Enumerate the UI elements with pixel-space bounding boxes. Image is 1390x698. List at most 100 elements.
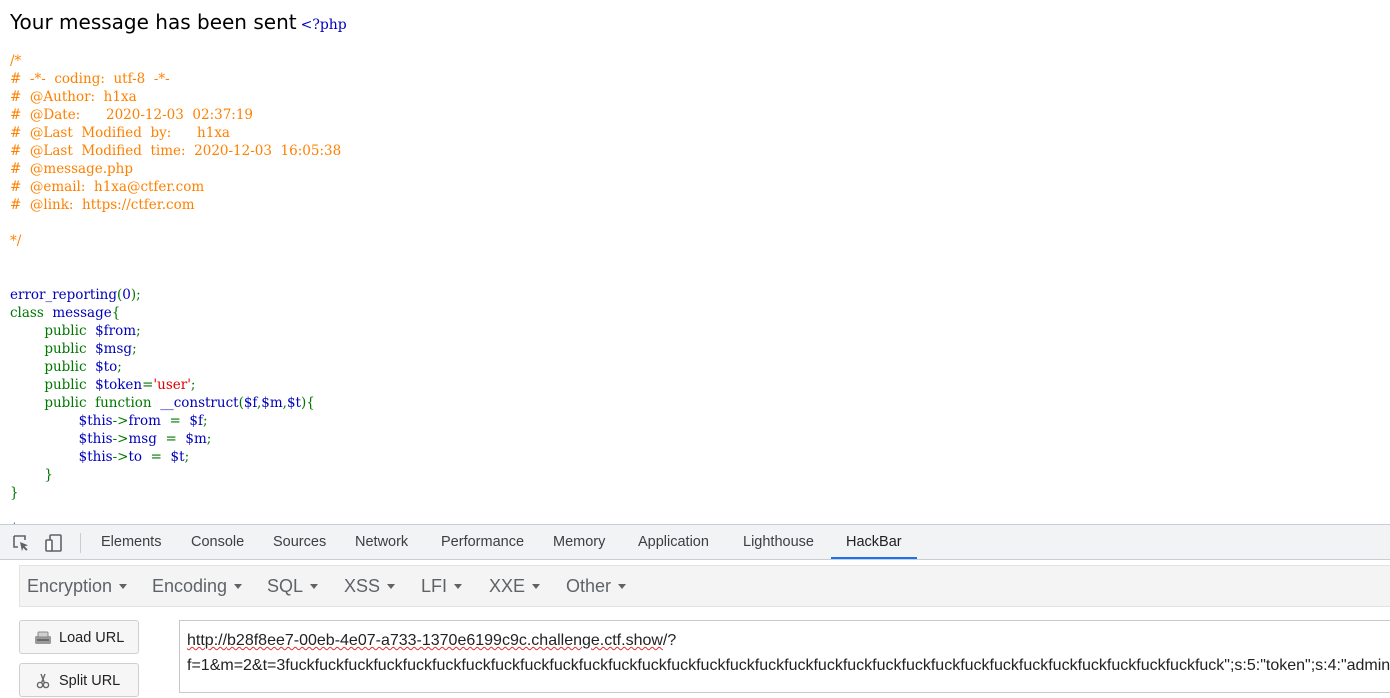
code-token: $token — [95, 377, 143, 393]
code-token: public — [10, 377, 96, 393]
tab-sources[interactable]: Sources — [273, 525, 326, 559]
url-textarea[interactable]: http://b28f8ee7-00eb-4e07-a733-1370e6199… — [179, 620, 1390, 693]
code-token: -> — [112, 413, 129, 429]
url-path: /? — [662, 632, 677, 649]
chevron-down-icon — [387, 583, 396, 589]
code-token: { — [111, 305, 121, 321]
code-line: # @Date: 2020-12-03 02:37:19 — [10, 107, 253, 123]
code-token: 'user' — [153, 377, 191, 393]
load-url-button[interactable]: Load URL — [19, 620, 139, 654]
code-line: # @message.php — [10, 161, 133, 177]
devtools-tab-bar: Elements Console Sources Network Perform… — [0, 525, 1390, 560]
devtools-panel: Elements Console Sources Network Perform… — [0, 524, 1390, 697]
code-token: # @Last Modified time: 2020-12-03 16:05:… — [10, 143, 342, 159]
code-token: ; — [206, 431, 212, 447]
code-line: } — [10, 467, 53, 483]
code-line: $this->msg = $m; — [10, 431, 212, 447]
toolbar-divider — [80, 533, 81, 553]
page-content: Your message has been sent <?php /* # -*-… — [0, 0, 1390, 524]
menu-label: Encoding — [152, 576, 228, 596]
code-token: ; — [184, 449, 190, 465]
code-line: # -*- coding: utf-8 -*- — [10, 71, 170, 87]
tab-network[interactable]: Network — [355, 525, 408, 559]
code-token: = — [165, 431, 186, 447]
code-line: $this->from = $f; — [10, 413, 208, 429]
tab-performance[interactable]: Performance — [441, 525, 524, 559]
code-line: # @Author: h1xa — [10, 89, 137, 105]
code-line: # @Last Modified by: h1xa — [10, 125, 230, 141]
code-token: public function — [10, 395, 161, 411]
menu-xxe[interactable]: XXE — [489, 566, 541, 606]
tab-hackbar[interactable]: HackBar — [831, 525, 917, 559]
code-token: $this — [10, 431, 113, 447]
tab-lighthouse[interactable]: Lighthouse — [743, 525, 814, 559]
code-token: $m — [185, 431, 207, 447]
code-token: # @Last Modified by: h1xa — [10, 125, 230, 141]
code-line: # @link: https://ctfer.com — [10, 197, 195, 213]
code-token: } — [10, 485, 19, 501]
menu-lfi[interactable]: LFI — [421, 566, 463, 606]
url-scheme: http:// — [187, 632, 228, 649]
hackbar-menu: Encryption Encoding SQL XSS LFI XXE Othe… — [19, 565, 1390, 607]
tab-memory[interactable]: Memory — [553, 525, 605, 559]
code-line: public $from; — [10, 323, 141, 339]
code-token: = — [169, 413, 190, 429]
menu-label: SQL — [267, 576, 304, 596]
code-line: public function __construct($f,$m,$t){ — [10, 395, 315, 411]
code-token: # @Date: 2020-12-03 02:37:19 — [10, 107, 254, 123]
code-token: ); — [130, 287, 141, 303]
code-token: $this — [10, 413, 113, 429]
code-line: public $token='user'; — [10, 377, 195, 393]
code-token: $this — [10, 449, 113, 465]
code-token: ; — [136, 323, 141, 339]
code-token: # @message.php — [10, 161, 133, 177]
tab-console[interactable]: Console — [191, 525, 244, 559]
tab-elements[interactable]: Elements — [101, 525, 161, 559]
menu-label: Other — [566, 576, 612, 596]
message-sent-heading: Your message has been sent <?php — [10, 10, 347, 34]
code-token: 0 — [122, 287, 131, 303]
code-line: error_reporting(0); — [10, 287, 141, 303]
code-token: # @link: https://ctfer.com — [10, 197, 195, 213]
inspect-element-icon[interactable] — [11, 533, 31, 553]
menu-xss[interactable]: XSS — [344, 566, 396, 606]
url-query-suffix: ";s:5:"token";s:4:"admin";} — [1224, 657, 1390, 674]
code-token: from — [128, 413, 170, 429]
code-token: = — [142, 377, 154, 393]
code-token: ; — [117, 359, 122, 375]
code-line: public $msg; — [10, 341, 136, 357]
device-toolbar-icon[interactable] — [44, 533, 64, 553]
menu-encryption[interactable]: Encryption — [27, 566, 128, 606]
menu-sql[interactable]: SQL — [267, 566, 319, 606]
code-token: $msg — [95, 341, 133, 357]
code-line: # @Last Modified time: 2020-12-03 16:05:… — [10, 143, 341, 159]
chevron-down-icon — [618, 583, 627, 589]
code-token: # @Author: h1xa — [10, 89, 137, 105]
code-token: -> — [112, 431, 129, 447]
code-token: message — [52, 305, 112, 321]
url-query-payload: fuckfuckfuckfuckfuckfuckfuckfuckfuckfuck… — [285, 657, 1225, 674]
code-token: $t — [170, 449, 185, 465]
chevron-down-icon — [234, 583, 243, 589]
menu-label: XXE — [489, 576, 526, 596]
code-line: } — [10, 485, 19, 501]
code-token: __construct — [160, 395, 239, 411]
url-query-prefix: f=1&m=2&t=3 — [187, 657, 286, 674]
split-url-label: Split URL — [59, 673, 121, 689]
code-token: class — [10, 305, 53, 321]
menu-encoding[interactable]: Encoding — [152, 566, 243, 606]
chevron-down-icon — [310, 583, 319, 589]
code-token: */ — [10, 233, 22, 249]
code-token: $t — [286, 395, 301, 411]
code-token: /* — [10, 53, 22, 69]
code-line: public $to; — [10, 359, 122, 375]
tab-application[interactable]: Application — [638, 525, 709, 559]
chevron-down-icon — [532, 583, 541, 589]
url-line-2: f=1&m=2&t=3fuckfuckfuckfuckfuckfuckfuckf… — [187, 653, 1390, 678]
code-line: /* — [10, 53, 21, 69]
code-token: ){ — [300, 395, 315, 411]
chevron-down-icon — [119, 583, 128, 589]
code-token: $m — [261, 395, 283, 411]
menu-other[interactable]: Other — [566, 566, 627, 606]
code-token: $from — [95, 323, 137, 339]
